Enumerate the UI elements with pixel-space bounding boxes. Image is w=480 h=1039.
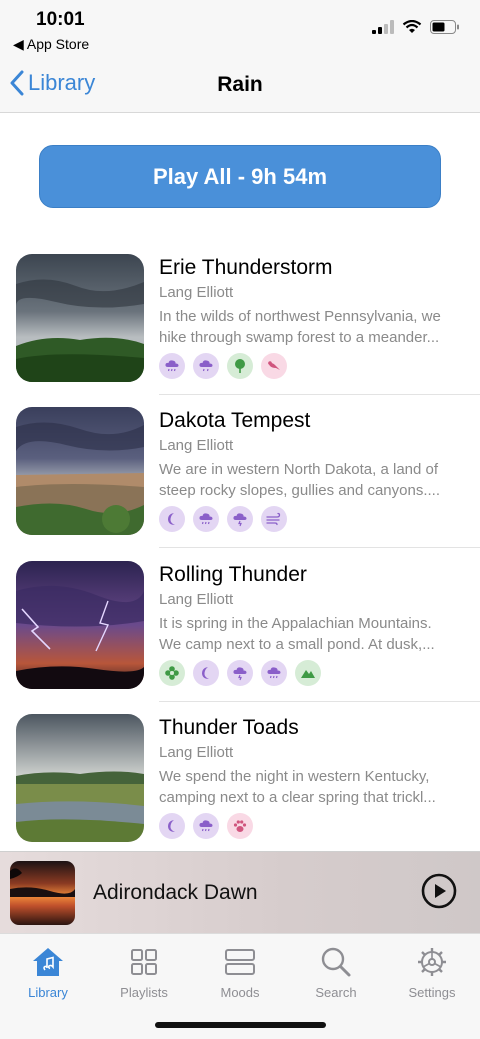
tab-moods[interactable]: Moods [192, 942, 288, 1000]
page-title: Rain [217, 73, 263, 96]
track-artist: Lang Elliott [159, 437, 234, 454]
rain-cloud-icon [159, 353, 185, 379]
tab-label: Moods [220, 985, 260, 1000]
track-artist: Lang Elliott [159, 744, 234, 761]
track-title: Dakota Tempest [159, 409, 311, 432]
search-icon [321, 947, 351, 977]
tab-search[interactable]: Search [288, 942, 384, 1000]
library-icon [33, 948, 63, 976]
tab-settings[interactable]: Settings [384, 942, 480, 1000]
track-item[interactable]: Dakota Tempest Lang Elliott We are in we… [0, 407, 480, 560]
track-description: We are in western North Dakota, a land o… [159, 461, 440, 499]
track-description: It is spring in the Appalachian Mountain… [159, 615, 435, 653]
cellular-signal-icon [372, 20, 394, 34]
moon-icon [159, 813, 185, 839]
track-item[interactable]: Rolling Thunder Lang Elliott It is sprin… [0, 561, 480, 714]
track-tags [159, 506, 287, 532]
moods-icon [225, 949, 255, 975]
status-icons [372, 20, 460, 34]
track-title: Erie Thunderstorm [159, 256, 333, 279]
now-playing-artwork [10, 861, 75, 925]
mountain-icon [295, 660, 321, 686]
play-all-button[interactable]: Play All - 9h 54m [39, 145, 441, 208]
divider [159, 547, 480, 548]
flower-icon [159, 660, 185, 686]
now-playing-title: Adirondack Dawn [93, 881, 258, 904]
bird-icon [261, 353, 287, 379]
status-time: 10:01 [36, 9, 85, 30]
settings-icon [418, 948, 446, 976]
tab-label: Settings [408, 985, 456, 1000]
track-artist: Lang Elliott [159, 591, 234, 608]
divider [159, 394, 480, 395]
mini-player[interactable]: Adirondack Dawn [0, 851, 480, 933]
track-title: Thunder Toads [159, 716, 299, 739]
rain-cloud-icon [261, 660, 287, 686]
tree-icon [227, 353, 253, 379]
play-button[interactable] [421, 873, 457, 914]
track-tags [159, 660, 321, 686]
thunder-cloud-icon [227, 506, 253, 532]
tab-library[interactable]: Library [0, 942, 96, 1000]
tab-label: Search [315, 985, 357, 1000]
track-tags [159, 353, 287, 379]
back-to-app-store[interactable]: ◀ App Store [13, 36, 89, 53]
wind-icon [261, 506, 287, 532]
divider [159, 701, 480, 702]
track-tags [159, 813, 253, 839]
paw-icon [227, 813, 253, 839]
track-title: Rolling Thunder [159, 563, 307, 586]
tab-playlists[interactable]: Playlists [96, 942, 192, 1000]
track-thumbnail [16, 407, 144, 535]
navigation-bar: Library Rain [0, 58, 480, 113]
track-thumbnail [16, 561, 144, 689]
wifi-icon [402, 20, 422, 33]
tab-label: Playlists [120, 985, 168, 1000]
track-artist: Lang Elliott [159, 284, 234, 301]
rain-cloud-icon [193, 813, 219, 839]
play-circle-icon [421, 873, 457, 909]
track-description: In the wilds of northwest Pennsylvania, … [159, 308, 441, 346]
tab-label: Library [28, 985, 68, 1000]
track-thumbnail [16, 254, 144, 382]
thunder-cloud-icon [227, 660, 253, 686]
track-item[interactable]: Erie Thunderstorm Lang Elliott In the wi… [0, 254, 480, 407]
rain-cloud-icon [193, 353, 219, 379]
moon-icon [193, 660, 219, 686]
moon-icon [159, 506, 185, 532]
playlists-icon [131, 949, 157, 975]
track-thumbnail [16, 714, 144, 842]
track-description: We spend the night in western Kentucky, … [159, 768, 436, 806]
status-bar: 10:01 ◀ App Store [0, 0, 480, 58]
track-item[interactable]: Thunder Toads Lang Elliott We spend the … [0, 714, 480, 867]
rain-cloud-icon [193, 506, 219, 532]
battery-icon [430, 20, 459, 34]
home-indicator [155, 1022, 326, 1028]
